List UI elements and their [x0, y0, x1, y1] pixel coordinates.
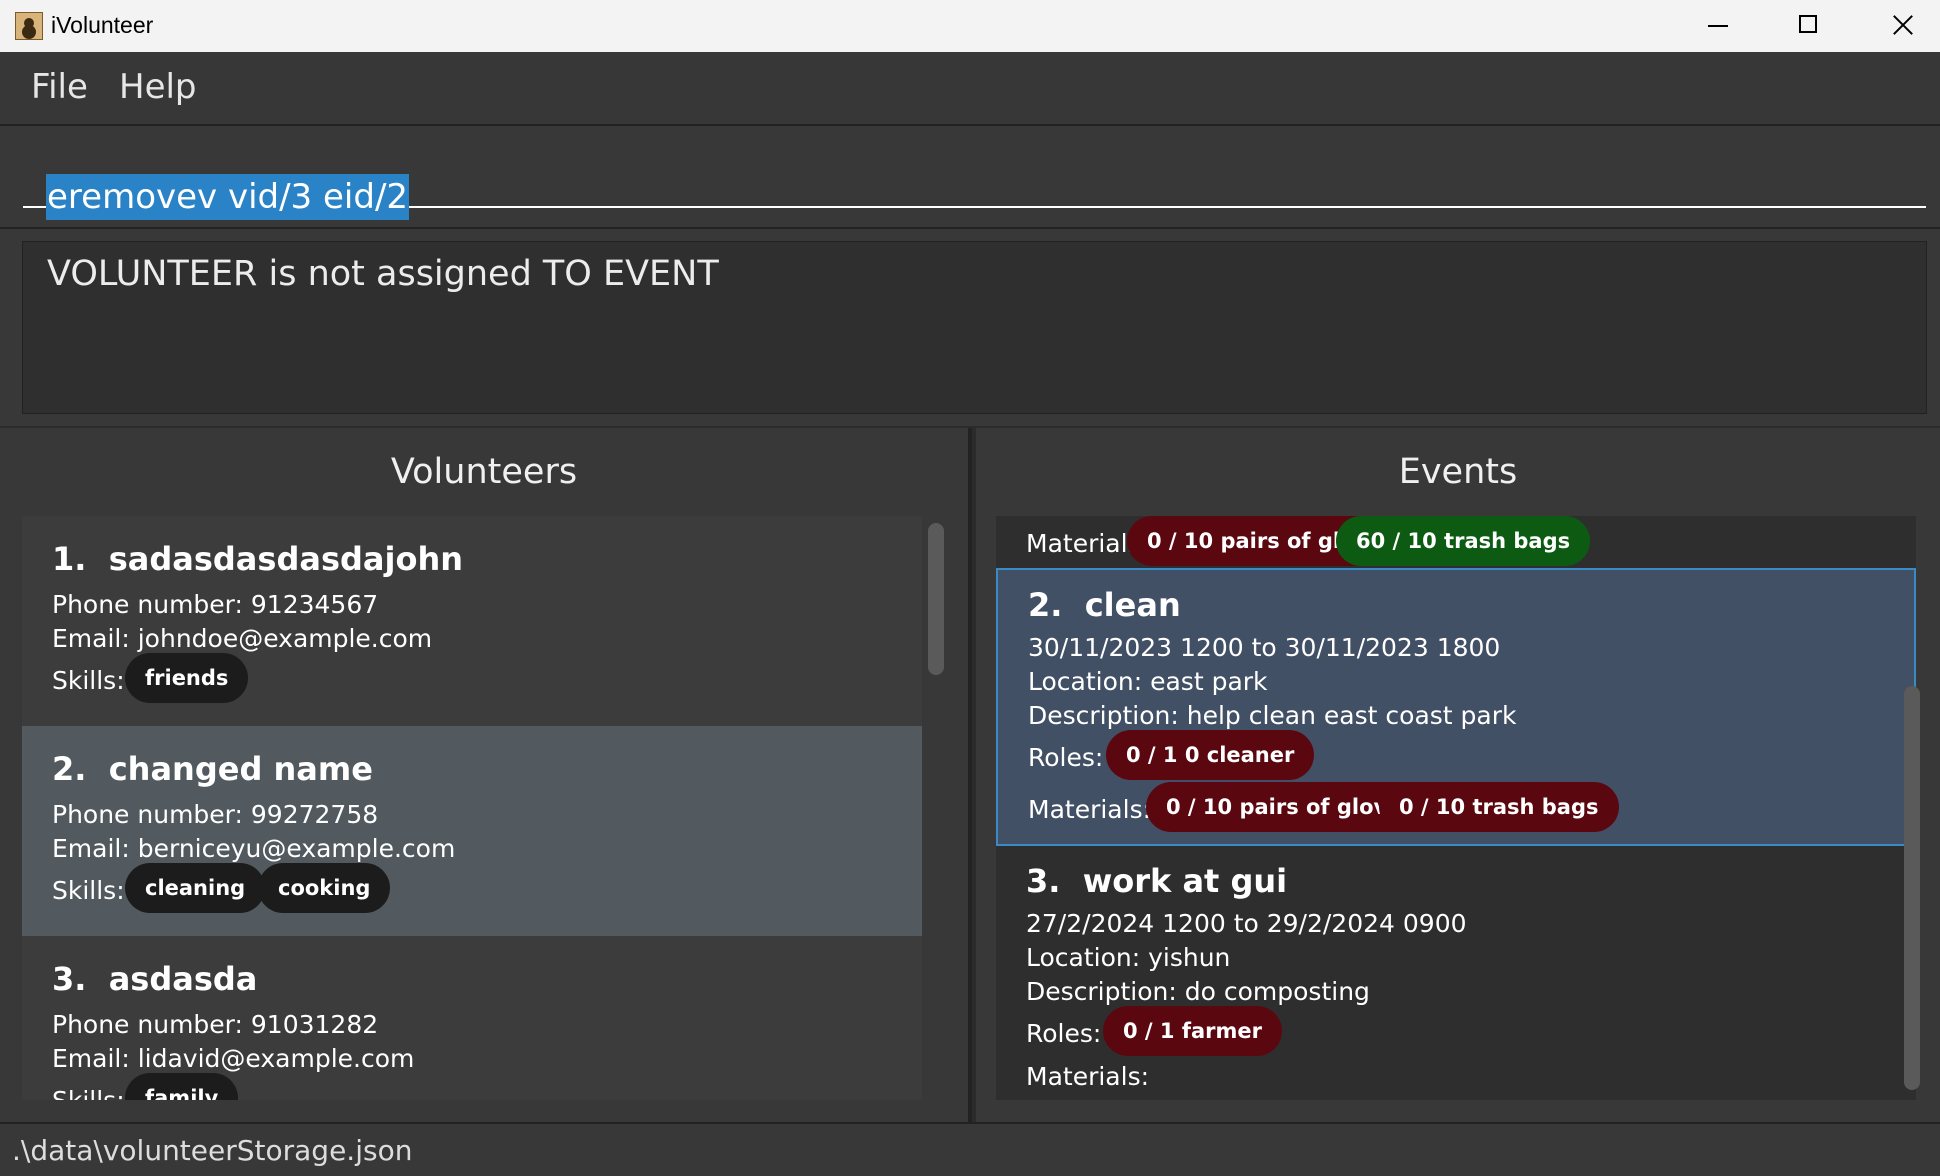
result-display[interactable]: VOLUNTEER is not assigned TO EVENT: [22, 241, 1927, 414]
volunteer-skills-label: Skills:: [52, 1086, 125, 1100]
event-materials-label: Materials:: [1026, 1062, 1150, 1091]
command-input[interactable]: eremovev vid/3 eid/2: [23, 148, 1926, 220]
volunteers-title: Volunteers: [390, 452, 578, 492]
event-card[interactable]: Materials: 0 / 10 pairs of gloves 60 / 1…: [996, 516, 1916, 566]
material-tag: 0 / 10 trash bags: [1379, 782, 1619, 832]
volunteer-name: 3. asdasda: [52, 960, 258, 998]
event-card[interactable]: 3. work at gui 27/2/2024 1200 to 29/2/20…: [996, 846, 1916, 1100]
menu-bar: File Help: [0, 52, 1940, 124]
window-title: iVolunteer: [51, 12, 154, 38]
result-panel: VOLUNTEER is not assigned TO EVENT: [0, 227, 1940, 426]
volunteer-list[interactable]: 1. sadasdasdasdajohn Phone number: 91234…: [22, 516, 922, 1100]
volunteer-skills-label: Skills:: [52, 666, 125, 695]
event-scrollbar[interactable]: [1904, 686, 1920, 1090]
event-name: 3. work at gui: [1026, 862, 1288, 900]
volunteer-name: 1. sadasdasdasdajohn: [52, 540, 463, 578]
volunteer-card[interactable]: 1. sadasdasdasdajohn Phone number: 91234…: [22, 516, 922, 726]
event-location: Location: east park: [1028, 667, 1268, 696]
events-title: Events: [1398, 452, 1518, 492]
app-window: iVolunteer File Help eremovev vid/3 eid/…: [0, 0, 1940, 1176]
volunteer-card[interactable]: 2. changed name Phone number: 99272758 E…: [22, 726, 922, 936]
event-name: 2. clean: [1028, 586, 1181, 624]
skill-tag: friends: [125, 653, 249, 703]
app-logo-icon: [15, 12, 43, 40]
result-message: VOLUNTEER is not assigned TO EVENT: [47, 254, 719, 294]
storage-path: .\data\volunteerStorage.json: [12, 1134, 413, 1167]
volunteer-scrollbar[interactable]: [928, 523, 944, 675]
volunteer-phone: Phone number: 99272758: [52, 800, 379, 829]
material-tag: 60 / 10 trash bags: [1336, 516, 1591, 566]
event-materials-label: Materials:: [1028, 795, 1152, 824]
event-description: Description: do composting: [1026, 977, 1370, 1006]
volunteers-panel: Volunteers 1. sadasdasdasdajohn Phone nu…: [0, 428, 972, 1122]
role-tag: 0 / 1 0 cleaner: [1106, 730, 1315, 780]
event-roles-label: Roles:: [1028, 743, 1104, 772]
event-description: Description: help clean east coast park: [1028, 701, 1517, 730]
event-dates: 27/2/2024 1200 to 29/2/2024 0900: [1026, 909, 1467, 938]
menu-help[interactable]: Help: [119, 67, 197, 107]
volunteer-skills-label: Skills:: [52, 876, 125, 905]
event-location: Location: yishun: [1026, 943, 1231, 972]
status-bar: .\data\volunteerStorage.json: [0, 1122, 1940, 1176]
role-tag: 0 / 1 farmer: [1103, 1006, 1282, 1056]
command-text[interactable]: eremovev vid/3 eid/2: [46, 174, 410, 220]
event-list[interactable]: Materials: 0 / 10 pairs of gloves 60 / 1…: [996, 516, 1916, 1100]
events-panel: Events Materials: 0 / 10 pairs of gloves…: [976, 428, 1940, 1122]
event-dates: 30/11/2023 1200 to 30/11/2023 1800: [1028, 633, 1501, 662]
title-bar: iVolunteer: [0, 0, 1940, 52]
close-icon[interactable]: [1854, 0, 1940, 52]
skill-tag: cooking: [258, 863, 391, 913]
event-roles-label: Roles:: [1026, 1019, 1102, 1048]
volunteer-card[interactable]: 3. asdasda Phone number: 91031282 Email:…: [22, 936, 922, 1100]
volunteer-email: Email: lidavid@example.com: [52, 1044, 415, 1073]
event-card-selected[interactable]: 2. clean 30/11/2023 1200 to 30/11/2023 1…: [996, 568, 1916, 846]
skill-tag: family: [125, 1073, 239, 1100]
volunteer-name: 2. changed name: [52, 750, 373, 788]
volunteer-email: Email: berniceyu@example.com: [52, 834, 456, 863]
volunteer-email: Email: johndoe@example.com: [52, 624, 433, 653]
menu-file[interactable]: File: [31, 67, 88, 107]
command-box: eremovev vid/3 eid/2: [0, 124, 1940, 227]
volunteer-phone: Phone number: 91234567: [52, 590, 379, 619]
minimize-icon[interactable]: [1670, 0, 1762, 52]
volunteer-phone: Phone number: 91031282: [52, 1010, 379, 1039]
maximize-icon[interactable]: [1762, 0, 1854, 52]
skill-tag: cleaning: [125, 863, 266, 913]
